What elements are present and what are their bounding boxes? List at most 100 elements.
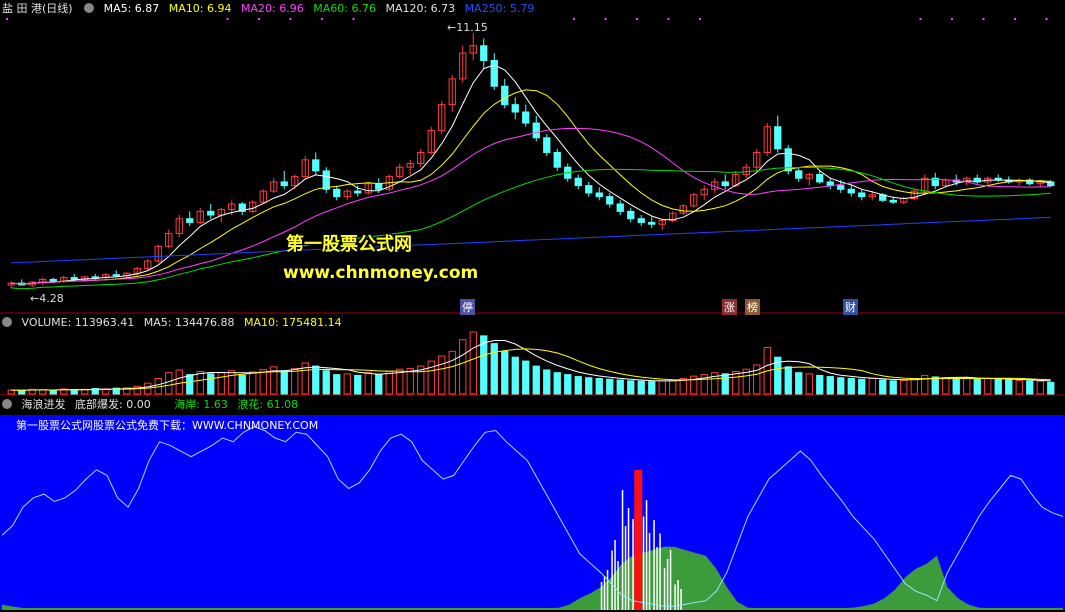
top-marker (1045, 18, 1048, 20)
candle-body (280, 181, 288, 187)
volume-bar (879, 379, 887, 395)
candle-body (721, 181, 729, 187)
burst-bar (632, 519, 634, 610)
low-price-label: ←4.28 (30, 292, 64, 305)
volume-bar (868, 378, 876, 395)
burst-bar (666, 559, 669, 610)
burst-bar (600, 582, 603, 610)
burst-bar (627, 508, 630, 610)
top-marker (321, 18, 323, 20)
burst-bar (606, 570, 609, 610)
candle-body (480, 45, 488, 61)
ma10-line (11, 89, 1051, 285)
volume-bar (70, 389, 78, 395)
candle-body (826, 181, 834, 187)
top-marker (604, 18, 607, 20)
burst-bar (653, 520, 655, 610)
top-marker (699, 18, 701, 20)
candle-body (532, 122, 540, 139)
ma20-line (11, 127, 1051, 285)
top-marker (636, 18, 638, 20)
volume-bar (1036, 380, 1044, 395)
low-price-value: 4.28 (39, 292, 64, 305)
volume-bar (291, 367, 299, 395)
volume-bar (658, 380, 666, 395)
volume-bar (532, 365, 540, 395)
volume-bar (973, 378, 981, 395)
candle-body (322, 170, 330, 190)
volume-bar (637, 380, 645, 395)
volume-bar (438, 355, 446, 395)
volume-bar (1047, 381, 1055, 395)
volume-bar (165, 372, 173, 395)
candle-body (522, 111, 530, 124)
volume-bar (312, 365, 320, 395)
candle-body (333, 188, 341, 198)
volume-bar (826, 376, 834, 395)
candle-body (91, 276, 99, 279)
volume-bar (343, 373, 351, 395)
burst-bar (603, 576, 606, 610)
event-tag-bang[interactable]: 榜 (745, 299, 760, 315)
candle-body (595, 192, 603, 198)
burst-bar (659, 533, 661, 610)
volume-bar (616, 379, 624, 395)
bottom-burst-bar (634, 470, 643, 610)
candle-body (375, 183, 383, 190)
volume-bar (784, 366, 792, 395)
candle-body (858, 192, 866, 198)
volume-bar (207, 373, 215, 395)
event-tag-text: 涨 (724, 301, 735, 314)
volume-pane[interactable]: VOLUME: 113963.41 MA5: 134476.88 MA10: 1… (0, 314, 1065, 396)
volume-bar (511, 356, 519, 395)
candle-body (816, 174, 824, 183)
volume-bar (333, 374, 341, 395)
price-pane[interactable]: 盐 田 港(日线) MA5: 6.87 MA10: 6.94 MA20: 6.9… (0, 0, 1065, 315)
volume-bar (931, 376, 939, 395)
volume-bar (816, 374, 824, 395)
ma5-line (11, 64, 1051, 285)
top-marker (667, 18, 670, 20)
volume-bar (889, 380, 897, 395)
volume-bar (364, 371, 372, 395)
event-tag-ting[interactable]: 停 (460, 299, 475, 315)
candle-body (774, 126, 782, 150)
burst-bar (614, 540, 616, 610)
top-marker (226, 18, 229, 20)
indicator-pane[interactable]: 海浪进发 底部爆发: 0.00 海岸: 1.63 浪花: 61.08 第一股票公… (0, 396, 1065, 612)
high-price-value: 11.15 (456, 21, 488, 34)
candle-body (553, 151, 561, 168)
top-marker (982, 18, 985, 20)
top-marker (573, 18, 575, 20)
burst-bar (617, 561, 619, 610)
volume-bar (280, 370, 288, 395)
event-tag-zhang[interactable]: 涨 (722, 299, 737, 315)
volume-bar (900, 379, 908, 395)
event-tag-cai[interactable]: 财 (843, 299, 858, 315)
volume-bar (627, 380, 635, 395)
volume-bar (564, 374, 572, 395)
high-price-label: ←11.15 (447, 21, 488, 34)
candle-body (511, 104, 519, 113)
candle-body (186, 218, 194, 223)
volume-bar (406, 367, 414, 395)
candle-body (70, 277, 78, 280)
candle-body (543, 137, 551, 153)
burst-bar (621, 490, 624, 610)
volume-bar (910, 378, 918, 395)
volume-bar (490, 343, 498, 395)
volume-bar (196, 371, 204, 395)
ma250-line (11, 216, 1051, 264)
candle-body (207, 210, 215, 216)
volume-chart[interactable] (0, 314, 1065, 396)
volume-bar (18, 390, 26, 395)
candlestick-chart[interactable] (0, 0, 1065, 314)
volume-bar (1005, 379, 1013, 395)
watermark-url: www.chnmoney.com (283, 263, 479, 283)
volume-bar (669, 379, 677, 395)
candle-body (312, 159, 320, 172)
candle-body (637, 218, 645, 223)
volume-bar (186, 374, 194, 395)
volume-bar (385, 371, 393, 395)
volume-bar (217, 372, 225, 395)
